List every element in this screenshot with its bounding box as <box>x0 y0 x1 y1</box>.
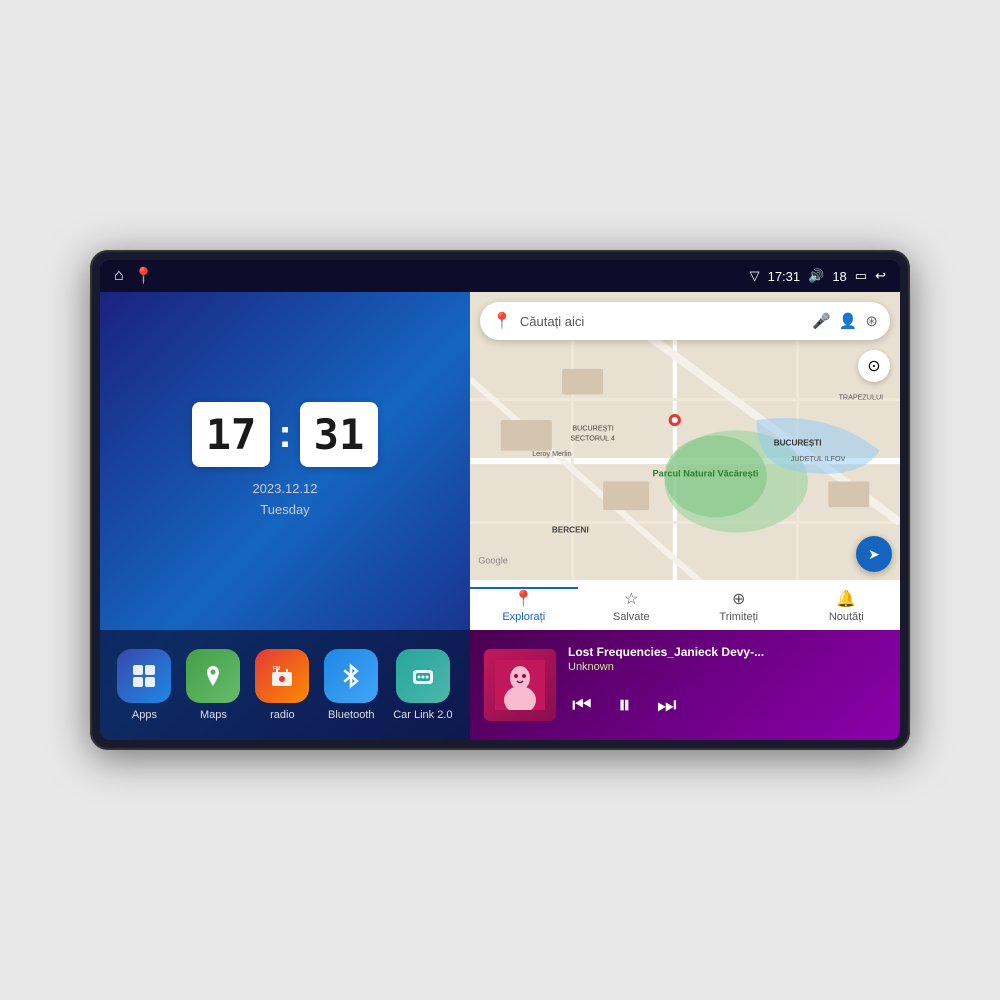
svg-text:JUDEȚUL ILFOV: JUDEȚUL ILFOV <box>791 455 846 463</box>
carlink-label: Car Link 2.0 <box>393 709 452 721</box>
clock-colon: : <box>278 412 291 457</box>
map-layers-icon[interactable]: ⊛ <box>865 312 878 330</box>
maps-label: Maps <box>200 709 227 721</box>
clock-day: Tuesday <box>252 500 317 521</box>
volume-icon: 🔊 <box>808 268 824 284</box>
svg-text:Parcul Natural Văcărești: Parcul Natural Văcărești <box>653 468 759 478</box>
app-icon-radio[interactable]: FM radio <box>255 649 309 721</box>
map-bottom-nav: 📍 Explorați ☆ Salvate ⊕ Trimiteți 🔔 <box>470 580 900 630</box>
svg-text:TRAPEZULUI: TRAPEZULUI <box>839 394 884 402</box>
clock-date: 2023.12.12 <box>252 479 317 500</box>
status-left: ⌂ 📍 <box>114 266 154 286</box>
map-voice-icon[interactable]: 🎤 <box>812 312 831 330</box>
svg-text:BUCUREȘTI: BUCUREȘTI <box>774 439 822 448</box>
saved-label: Salvate <box>613 611 650 623</box>
battery-icon: ▭ <box>855 268 867 284</box>
status-time: 17:31 <box>768 269 801 284</box>
maps-icon[interactable]: 📍 <box>134 266 154 286</box>
map-pin-small-icon: 📍 <box>492 311 512 331</box>
svg-text:SECTORUL 4: SECTORUL 4 <box>570 435 615 443</box>
map-account-icon[interactable]: 👤 <box>839 312 858 330</box>
music-next-button[interactable]: ⏭ <box>653 688 681 722</box>
share-icon: ⊕ <box>732 589 745 609</box>
news-label: Noutăți <box>829 611 864 623</box>
svg-text:Google: Google <box>478 555 508 565</box>
map-navigate-button[interactable]: ➤ <box>856 536 892 572</box>
carlink-icon-circle <box>396 649 450 703</box>
bluetooth-label: Bluetooth <box>328 709 374 721</box>
device-screen: ⌂ 📍 ▽ 17:31 🔊 18 ▭ ↩ 17 : <box>100 260 900 740</box>
map-search-icons: 🎤 👤 ⊛ <box>812 312 878 330</box>
radio-label: radio <box>270 709 294 721</box>
home-icon[interactable]: ⌂ <box>114 267 124 285</box>
music-info: Lost Frequencies_Janieck Devy-... Unknow… <box>568 645 886 725</box>
explore-label: Explorați <box>502 611 545 623</box>
svg-text:FM: FM <box>273 666 280 672</box>
saved-icon: ☆ <box>624 589 638 609</box>
date-info: 2023.12.12 Tuesday <box>252 479 317 521</box>
maps-icon-circle <box>186 649 240 703</box>
apps-icon-circle <box>117 649 171 703</box>
app-icon-bluetooth[interactable]: Bluetooth <box>324 649 378 721</box>
app-icon-carlink[interactable]: Car Link 2.0 <box>393 649 452 721</box>
left-panel: 17 : 31 2023.12.12 Tuesday <box>100 292 470 740</box>
app-icon-apps[interactable]: Apps <box>117 649 171 721</box>
map-nav-saved[interactable]: ☆ Salvate <box>578 587 686 623</box>
music-controls: ⏮ ⏸ ⏭ <box>568 685 886 725</box>
gps-icon: ▽ <box>750 268 760 284</box>
app-icons-row: Apps Maps <box>100 630 470 740</box>
car-display-device: ⌂ 📍 ▽ 17:31 🔊 18 ▭ ↩ 17 : <box>90 250 910 750</box>
app-icon-maps[interactable]: Maps <box>186 649 240 721</box>
music-cover-art <box>484 649 556 721</box>
map-search-bar[interactable]: 📍 Căutați aici 🎤 👤 ⊛ <box>480 302 890 340</box>
map-nav-explore[interactable]: 📍 Explorați <box>470 587 578 623</box>
status-bar: ⌂ 📍 ▽ 17:31 🔊 18 ▭ ↩ <box>100 260 900 292</box>
apps-label: Apps <box>132 709 157 721</box>
clock-minutes: 31 <box>300 402 379 467</box>
right-panel: Parcul Natural Văcărești Leroy Merlin BU… <box>470 292 900 740</box>
status-right: ▽ 17:31 🔊 18 ▭ ↩ <box>750 268 886 284</box>
explore-icon: 📍 <box>514 589 534 609</box>
music-artist: Unknown <box>568 661 886 673</box>
main-content: 17 : 31 2023.12.12 Tuesday <box>100 292 900 740</box>
back-icon[interactable]: ↩ <box>875 268 886 284</box>
map-search-text[interactable]: Căutați aici <box>520 314 804 329</box>
svg-text:Leroy Merlin: Leroy Merlin <box>532 450 571 458</box>
music-play-button[interactable]: ⏸ <box>614 685 635 725</box>
music-widget: Lost Frequencies_Janieck Devy-... Unknow… <box>470 630 900 740</box>
music-title: Lost Frequencies_Janieck Devy-... <box>568 645 886 659</box>
clock-hours: 17 <box>192 402 271 467</box>
svg-text:BUCUREȘTI: BUCUREȘTI <box>572 424 613 432</box>
news-icon: 🔔 <box>836 589 856 609</box>
battery-level: 18 <box>832 269 846 284</box>
svg-text:BERCENI: BERCENI <box>552 526 589 535</box>
bluetooth-icon-circle <box>324 649 378 703</box>
map-compass-button[interactable]: ⊙ <box>858 350 890 382</box>
clock-widget: 17 : 31 2023.12.12 Tuesday <box>100 292 470 630</box>
map-widget[interactable]: Parcul Natural Văcărești Leroy Merlin BU… <box>470 292 900 630</box>
radio-icon-circle: FM <box>255 649 309 703</box>
music-cover <box>484 649 556 721</box>
map-nav-share[interactable]: ⊕ Trimiteți <box>685 587 793 623</box>
music-prev-button[interactable]: ⏮ <box>568 688 596 722</box>
clock-display: 17 : 31 <box>192 402 378 467</box>
share-label: Trimiteți <box>719 611 758 623</box>
map-nav-news[interactable]: 🔔 Noutăți <box>793 587 901 623</box>
